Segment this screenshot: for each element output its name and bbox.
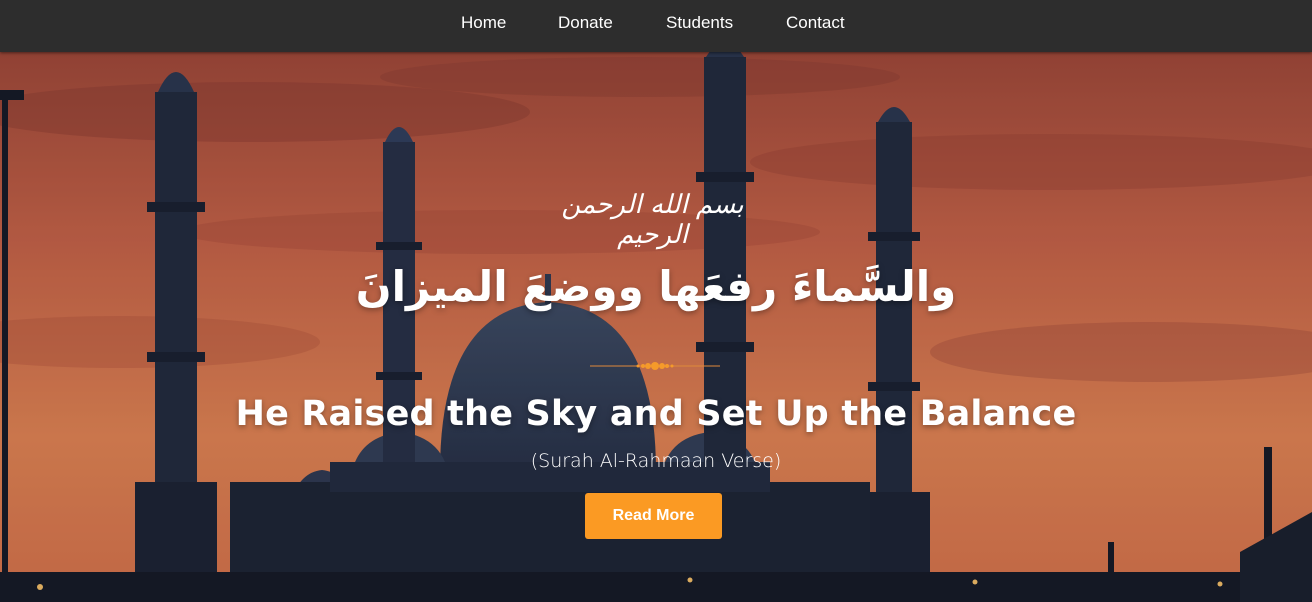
hero-subtitle: (Surah Al-Rahmaan Verse) <box>530 450 782 472</box>
nav-contact-link[interactable]: Contact <box>786 13 845 33</box>
read-more-button[interactable]: Read More <box>585 493 722 539</box>
bismillah-calligraphy: بسم الله الرحمن الرحيم <box>561 190 744 250</box>
arabic-verse: والسَّماءَ رفعَها ووضعَ الميزانَ <box>355 262 957 311</box>
nav-students-link[interactable]: Students <box>666 13 733 33</box>
hero-title: He Raised the Sky and Set Up the Balance <box>235 394 1077 434</box>
nav-home-link[interactable]: Home <box>461 13 506 33</box>
nav-donate-link[interactable]: Donate <box>558 13 613 33</box>
nav-menu: Home Donate Students Contact <box>0 0 1312 52</box>
top-navbar: Home Donate Students Contact <box>0 0 1312 52</box>
ornament-divider <box>590 362 720 370</box>
